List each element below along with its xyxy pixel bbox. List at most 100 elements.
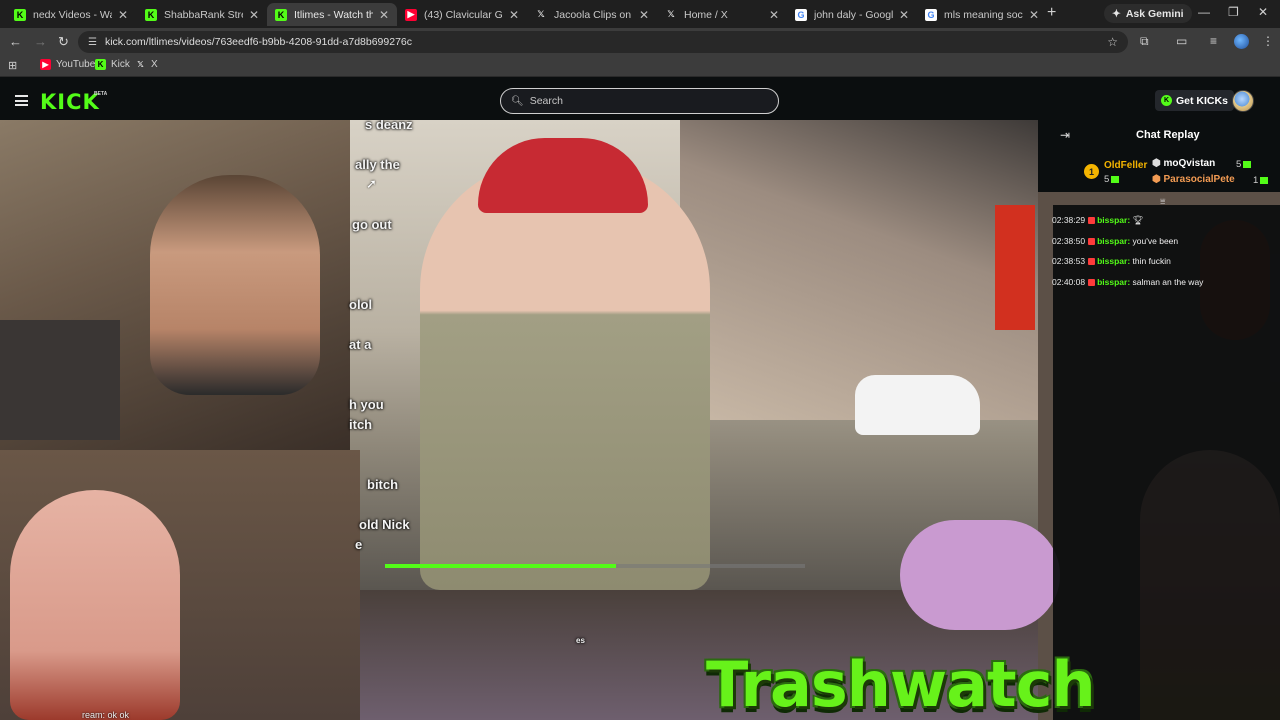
chat-message: 02:40:08 bisspar: salman an the way	[1052, 277, 1204, 287]
mouse-cursor-icon: ➚	[366, 176, 377, 191]
overlay-text: itch	[349, 417, 373, 432]
bookmark-youtube[interactable]: ▶ YouTube	[40, 59, 95, 70]
video-progress-fill	[385, 564, 616, 568]
leaderboard-name[interactable]: OldFeller	[1104, 160, 1147, 171]
gemini-sparkle-icon: ✦	[1112, 7, 1121, 20]
browser-tab-strip: K nedx Videos - Watch C ✕ K ShabbaRank S…	[0, 0, 1280, 28]
bookmark-kick[interactable]: K Kick	[95, 59, 130, 70]
reload-icon[interactable]: ↻	[58, 34, 69, 50]
browser-tab[interactable]: 𝕏 Jacoola Clips on X: "Ki ✕	[527, 3, 657, 26]
sub-badge-icon	[1088, 279, 1096, 287]
youtube-favicon-icon: ▶	[405, 8, 417, 21]
bookmark-x[interactable]: 𝕏 X	[135, 59, 157, 70]
overlay-text: at a	[349, 337, 372, 352]
leaderboard-entry[interactable]: ⬢ ParasocialPete	[1152, 174, 1235, 185]
more-menu-icon[interactable]: ⋮	[1262, 34, 1274, 48]
close-icon[interactable]: ✕	[639, 8, 649, 22]
kick-favicon-icon: K	[14, 8, 26, 21]
profile-avatar[interactable]	[1234, 34, 1249, 49]
back-arrow-icon[interactable]: ←	[9, 34, 22, 49]
chat-header: ⇥ Chat Replay	[1038, 120, 1280, 150]
apps-grid-icon[interactable]: ⊞	[8, 59, 17, 72]
browser-tab[interactable]: ▶ (43) Clavicular Goes to ✕	[397, 3, 527, 26]
street-building	[680, 120, 1038, 420]
kick-favicon-icon: K	[275, 8, 287, 21]
beta-label: BETA	[94, 91, 108, 97]
close-icon[interactable]: ✕	[769, 8, 779, 22]
kick-favicon-icon: K	[145, 8, 157, 21]
sub-badge-icon	[1088, 238, 1096, 246]
tab-search-icon[interactable]: ≡	[1210, 34, 1217, 48]
kick-logo[interactable]: KICK	[40, 90, 100, 114]
ask-gemini-button[interactable]: ✦ Ask Gemini	[1104, 4, 1192, 23]
minimize-icon[interactable]: —	[1198, 5, 1210, 19]
bald-man	[10, 490, 180, 720]
purple-bag	[900, 520, 1060, 630]
chat-title: Chat Replay	[1136, 129, 1200, 141]
sub-badge-icon	[1088, 217, 1096, 225]
red-banner	[995, 205, 1035, 330]
close-icon[interactable]: ✕	[249, 8, 259, 22]
streamer-figure	[150, 175, 320, 395]
youtube-favicon-icon: ▶	[40, 59, 51, 70]
close-icon[interactable]: ✕	[1029, 8, 1039, 22]
overlay-text: e	[355, 537, 363, 552]
search-input[interactable]	[529, 95, 770, 107]
google-favicon-icon: G	[925, 8, 937, 21]
browser-tab[interactable]: G john daly - Google Sea ✕	[787, 3, 917, 26]
cast-icon[interactable]: ▭	[1176, 34, 1187, 48]
browser-tab[interactable]: G mls meaning soccer - C ✕	[917, 3, 1047, 26]
close-icon[interactable]: ✕	[118, 8, 128, 22]
emote-icon: 🏆︎	[1132, 215, 1144, 225]
overlay-text: es	[576, 636, 585, 645]
kick-favicon-icon: K	[95, 59, 106, 70]
overlay-text: h you	[349, 397, 384, 412]
person-in-shirt	[420, 160, 710, 590]
gift-icon	[1243, 160, 1252, 168]
browser-tab[interactable]: 𝕏 Home / X ✕	[657, 3, 787, 26]
browser-tab-active[interactable]: K Itlimes - Watch the VO ✕	[267, 3, 397, 26]
x-favicon-icon: 𝕏	[667, 9, 675, 20]
x-favicon-icon: 𝕏	[137, 60, 144, 69]
gift-icon	[1111, 175, 1120, 183]
sub-badge-icon	[1088, 258, 1096, 266]
search-bar[interactable]: 🔍︎	[500, 88, 779, 114]
speaker-shape	[0, 320, 120, 440]
rank-badge: 1	[1084, 164, 1099, 179]
bookmark-star-icon[interactable]: ☆	[1107, 35, 1118, 49]
browser-tab[interactable]: K ShabbaRank Stream - I ✕	[137, 3, 267, 26]
screen: K nedx Videos - Watch C ✕ K ShabbaRank S…	[0, 0, 1280, 720]
new-tab-icon[interactable]: +	[1047, 4, 1056, 22]
address-bar[interactable]: ☰ kick.com/ltlimes/videos/763eedf6-b9bb-…	[78, 31, 1128, 53]
video-player[interactable]: s deanz ally the go out olol at a h you …	[0, 120, 1280, 720]
video-progress-bar[interactable]	[385, 564, 805, 568]
leaderboard-entry[interactable]: ⬢ moQvistan	[1152, 158, 1215, 169]
x-favicon-icon: 𝕏	[537, 9, 545, 20]
leaderboard-count: 1	[1253, 175, 1269, 186]
shield-icon: ⬢	[1152, 174, 1164, 185]
kicks-coin-icon: K	[1161, 95, 1172, 106]
kick-header: KICK BETA 🔍︎ K Get KICKs	[0, 81, 1280, 120]
forward-arrow-icon[interactable]: →	[34, 34, 47, 49]
site-info-icon[interactable]: ☰	[88, 37, 97, 48]
extensions-icon[interactable]: ⧉	[1140, 34, 1149, 49]
user-avatar[interactable]	[1232, 90, 1254, 112]
close-icon[interactable]: ✕	[379, 8, 389, 22]
chat-message: 02:38:50 bisspar: you've been	[1052, 236, 1179, 246]
window-close-icon[interactable]: ✕	[1258, 5, 1268, 19]
close-icon[interactable]: ✕	[509, 8, 519, 22]
chat-message: 02:38:53 bisspar: thin fuckin	[1052, 256, 1171, 266]
overlay-text: ally the	[355, 157, 400, 172]
menu-icon[interactable]	[15, 95, 28, 106]
bookmarks-bar: ⊞ ▶ YouTube K Kick 𝕏 X	[0, 56, 1280, 77]
get-kicks-button[interactable]: K Get KICKs	[1155, 90, 1234, 111]
google-favicon-icon: G	[795, 8, 807, 21]
search-icon: 🔍︎	[511, 95, 524, 107]
overlay-text: s deanz	[365, 120, 413, 132]
browser-tab[interactable]: K nedx Videos - Watch C ✕	[6, 3, 136, 26]
close-icon[interactable]: ✕	[899, 8, 909, 22]
maximize-icon[interactable]: ❐	[1228, 5, 1239, 19]
gift-leaderboard	[1038, 150, 1280, 192]
url-text: kick.com/ltlimes/videos/763eedf6-b9bb-42…	[104, 36, 413, 48]
collapse-chat-icon[interactable]: ⇥	[1060, 128, 1070, 142]
